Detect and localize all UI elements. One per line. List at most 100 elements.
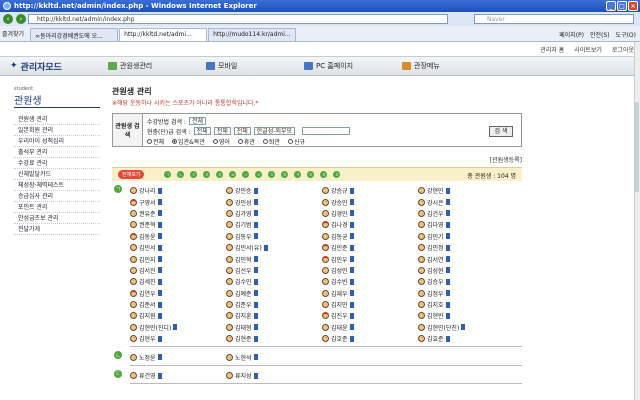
member-item[interactable]: 김서진 xyxy=(130,265,226,276)
book-icon[interactable] xyxy=(445,301,450,308)
book-icon[interactable] xyxy=(253,312,258,319)
tab-2[interactable]: http://kkltd.net/admi... xyxy=(119,28,208,41)
member-item[interactable]: 김정우 xyxy=(418,288,514,299)
book-icon[interactable] xyxy=(445,312,450,319)
member-item[interactable]: 김태형 xyxy=(226,322,322,333)
book-icon[interactable] xyxy=(253,233,258,240)
initial-filter[interactable]: ㅂ xyxy=(229,171,237,178)
member-item[interactable]: 강승민 xyxy=(322,196,418,207)
register-link[interactable]: [관원생등록] xyxy=(112,155,522,164)
member-name[interactable]: 강승규 xyxy=(331,186,348,195)
site-view-link[interactable]: 사이트보기 xyxy=(574,45,602,54)
member-item[interactable]: 김성현 xyxy=(418,265,514,276)
forward-icon[interactable]: › xyxy=(16,14,26,24)
member-item[interactable]: 김승우 xyxy=(418,276,514,287)
menu-director[interactable]: 관장메뉴 xyxy=(402,61,492,71)
tab-3[interactable]: http://mudo114.kr/admi... xyxy=(208,28,297,41)
status-radio[interactable]: 휴관 xyxy=(237,137,255,146)
book-icon[interactable] xyxy=(445,290,450,297)
initial-filter[interactable]: ㄷ xyxy=(190,171,198,178)
book-icon[interactable] xyxy=(445,335,450,342)
initial-filter[interactable]: ㄱ xyxy=(164,171,172,178)
book-icon[interactable] xyxy=(253,199,258,206)
member-name[interactable]: 류건영 xyxy=(139,371,156,380)
member-name[interactable]: 김승우 xyxy=(427,277,444,286)
member-item[interactable]: 권준혁 xyxy=(130,219,226,230)
member-name[interactable]: 김민준 xyxy=(331,243,348,252)
member-name[interactable]: 김다영 xyxy=(427,220,444,229)
tab-1[interactable]: ∞동아리강경배권도에 오... xyxy=(30,28,119,41)
address-bar[interactable]: http://kkltd.net/admin/index.php xyxy=(28,14,448,24)
member-item[interactable]: 김민서 xyxy=(130,242,226,253)
book-icon[interactable] xyxy=(253,290,258,297)
member-item[interactable]: 김민우 xyxy=(322,253,418,264)
member-name[interactable]: 구영서 xyxy=(139,198,156,207)
menu-mobile[interactable]: 모바일 xyxy=(206,61,296,71)
initial-filter[interactable]: ㄹ xyxy=(203,171,211,178)
book-icon[interactable] xyxy=(157,187,162,194)
member-name[interactable]: 노현석 xyxy=(235,353,252,362)
member-item[interactable]: 김민혁 xyxy=(226,253,322,264)
member-name[interactable]: 권유준 xyxy=(139,209,156,218)
member-name[interactable]: 김민지 xyxy=(139,255,156,264)
member-item[interactable]: 김연우 xyxy=(130,288,226,299)
member-name[interactable]: 김동우 xyxy=(235,232,252,241)
member-name[interactable]: 강민승 xyxy=(235,186,252,195)
member-name[interactable]: 김세진 xyxy=(139,277,156,286)
member-item[interactable]: 김경민 xyxy=(322,208,418,219)
page-menu[interactable]: 페이지(P) xyxy=(559,30,584,39)
member-item[interactable]: 김가영 xyxy=(226,208,322,219)
book-icon[interactable] xyxy=(157,372,162,379)
status-radio[interactable]: 퇴관 xyxy=(262,137,280,146)
book-icon[interactable] xyxy=(157,301,162,308)
book-icon[interactable] xyxy=(349,290,354,297)
member-item[interactable]: 구영서 xyxy=(130,196,226,207)
book-icon[interactable] xyxy=(157,335,162,342)
initial-filter[interactable]: ㅁ xyxy=(216,171,224,178)
course-select[interactable]: 전체 xyxy=(188,117,207,125)
member-name[interactable]: 노정윤 xyxy=(139,353,156,362)
member-name[interactable]: 김동균 xyxy=(331,232,348,241)
book-icon[interactable] xyxy=(349,278,354,285)
member-name[interactable]: 김성현 xyxy=(427,266,444,275)
member-item[interactable]: 강나리 xyxy=(130,185,226,196)
book-icon[interactable] xyxy=(349,244,354,251)
member-name[interactable]: 김민서 xyxy=(139,243,156,252)
member-name[interactable]: 김태윤 xyxy=(331,323,348,332)
member-name[interactable]: 김연우 xyxy=(139,289,156,298)
member-name[interactable]: 김가영 xyxy=(235,209,252,218)
member-item[interactable]: 강승규 xyxy=(322,185,418,196)
radio-icon[interactable] xyxy=(172,138,178,144)
sidebar-item[interactable]: 체성장·체력테스트 xyxy=(14,180,100,191)
member-item[interactable]: 김세진 xyxy=(130,276,226,287)
book-icon[interactable] xyxy=(253,187,258,194)
initial-filter[interactable]: ㅈ xyxy=(268,171,276,178)
member-name[interactable]: 김민우 xyxy=(331,255,348,264)
book-icon[interactable] xyxy=(253,210,258,217)
book-icon[interactable] xyxy=(349,301,354,308)
rank-select-2[interactable]: 전체 xyxy=(213,127,231,135)
book-icon[interactable] xyxy=(157,267,162,274)
member-name[interactable]: 김민정 xyxy=(427,243,444,252)
member-item[interactable]: 김동우 xyxy=(226,231,322,242)
member-item[interactable]: 김수민 xyxy=(226,276,322,287)
menu-pc-homepage[interactable]: PC 홈페이지 xyxy=(304,61,394,71)
sidebar-item[interactable]: 일본회원 관리 xyxy=(14,125,100,136)
menu-members[interactable]: 관원생관리 xyxy=(108,61,198,71)
member-name[interactable]: 김나경 xyxy=(331,220,348,229)
member-item[interactable]: 류건영 xyxy=(130,370,226,381)
book-icon[interactable] xyxy=(253,256,258,263)
member-item[interactable]: 김호준 xyxy=(322,333,418,344)
book-icon[interactable] xyxy=(157,256,162,263)
sidebar-item[interactable]: 승급심사 관리 xyxy=(14,191,100,202)
member-item[interactable]: 김민서(유) xyxy=(226,242,322,253)
close-button[interactable]: × xyxy=(628,1,638,11)
scroll-thumb[interactable] xyxy=(635,102,639,192)
book-icon[interactable] xyxy=(173,324,178,331)
initial-filter[interactable]: ㅅ xyxy=(242,171,250,178)
member-name[interactable]: 강시은 xyxy=(427,198,444,207)
sidebar-item[interactable]: 포인트 관리 xyxy=(14,202,100,213)
member-item[interactable]: 김지민 xyxy=(322,299,418,310)
member-name[interactable]: 김선우 xyxy=(235,266,252,275)
search-button[interactable]: 검 색 xyxy=(489,126,513,137)
